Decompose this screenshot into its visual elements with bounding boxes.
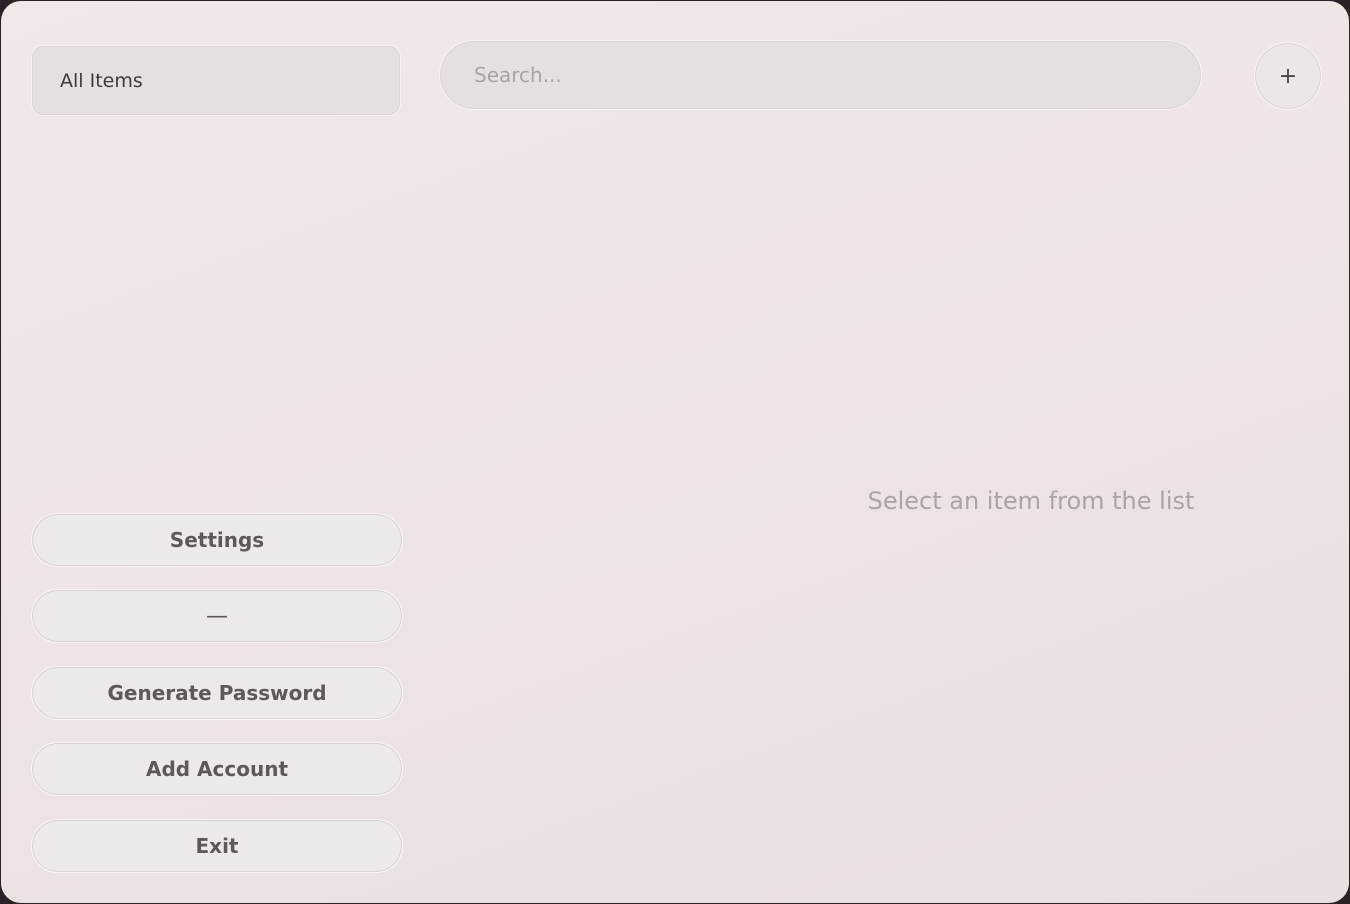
sidebar-item-all-items[interactable]: All Items [31,45,401,116]
add-account-button-label: Add Account [145,757,289,781]
settings-button-label: Settings [169,528,265,552]
minimize-button-label: — [206,603,228,629]
search-box[interactable] [439,40,1202,110]
add-account-button[interactable]: Add Account [31,742,403,796]
plus-icon: + [1278,63,1298,89]
search-input[interactable] [440,41,1201,109]
exit-button-label: Exit [195,834,239,858]
minimize-button[interactable]: — [31,589,403,643]
settings-button[interactable]: Settings [31,513,403,567]
add-item-button[interactable]: + [1254,42,1322,110]
app-window: All Items + Select an item from the list… [1,1,1349,903]
sidebar-item-label: All Items [60,69,143,92]
generate-password-button[interactable]: Generate Password [31,666,403,720]
empty-state-message: Select an item from the list [867,487,1195,515]
generate-password-button-label: Generate Password [107,681,327,705]
exit-button[interactable]: Exit [31,819,403,873]
